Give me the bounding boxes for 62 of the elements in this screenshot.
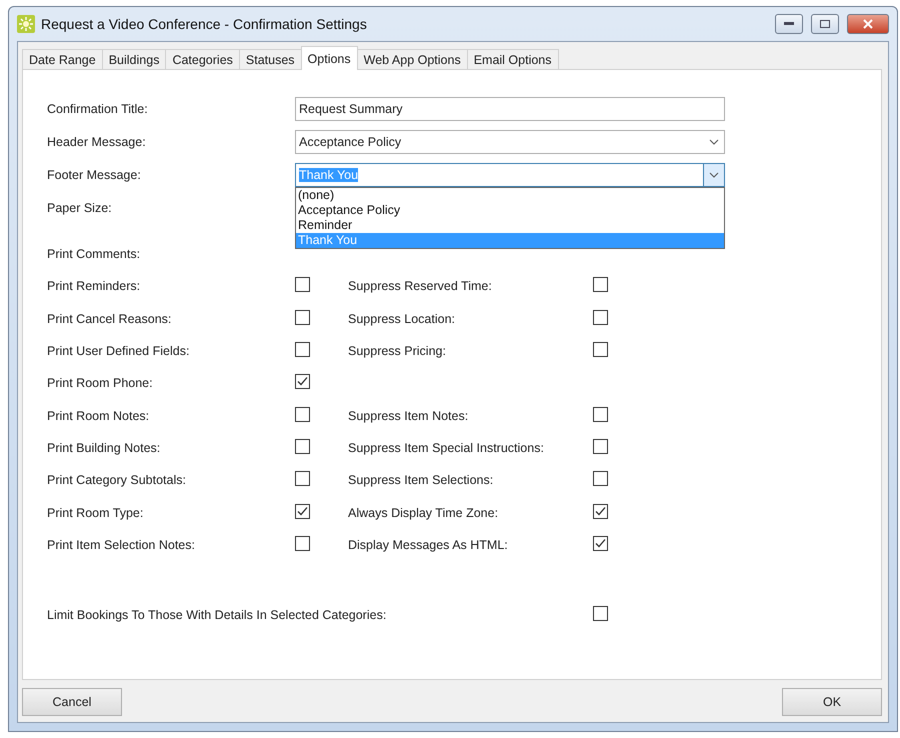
option-label: Suppress Pricing: — [348, 344, 447, 358]
field-label: Paper Size: — [47, 200, 113, 214]
maximize-button[interactable] — [811, 14, 839, 34]
option-label: Limit Bookings To Those With Details In Selected Categories: — [47, 608, 388, 622]
checkbox[interactable] — [593, 438, 608, 454]
dropdown-arrow-button[interactable] — [703, 164, 724, 186]
checkbox[interactable] — [295, 504, 310, 519]
checkbox[interactable] — [295, 406, 310, 422]
checkbox[interactable] — [593, 406, 608, 422]
option-label: Print Comments: — [47, 247, 142, 262]
option-label: Suppress Item Notes: — [348, 408, 470, 423]
checkbox[interactable] — [295, 536, 310, 551]
option-label: Suppress Item Special Instructions: — [348, 440, 545, 455]
option-label: Suppress Location: — [348, 312, 456, 326]
option-label: Print Room Phone: — [47, 376, 154, 390]
option-label: Print Cancel Reasons: — [47, 312, 172, 326]
tab[interactable]: Email Options — [466, 49, 559, 70]
app-icon — [17, 15, 35, 33]
checkbox[interactable] — [593, 310, 608, 325]
close-button[interactable] — [847, 14, 889, 34]
option-label: Print Room Notes: — [47, 408, 150, 423]
option-label: Suppress Item Selections: — [348, 473, 494, 488]
option-label: Print User Defined Fields: — [47, 344, 190, 358]
checkbox[interactable] — [593, 606, 608, 621]
checkbox[interactable] — [593, 277, 608, 292]
option-label: Print Reminders: — [47, 279, 142, 294]
tab[interactable]: Categories — [165, 49, 240, 70]
field-label: Header Message: — [47, 134, 147, 148]
option-label: Print Building Notes: — [47, 440, 162, 455]
checkbox[interactable] — [593, 471, 608, 486]
dropdown-field[interactable]: Acceptance Policy — [295, 130, 725, 154]
maximize-icon — [820, 20, 830, 28]
window-title: Request a Video Conference - Confirmation Settings — [41, 16, 368, 32]
field-label: Confirmation Title: — [47, 102, 149, 116]
checkbox[interactable] — [295, 471, 310, 486]
checkbox[interactable] — [295, 438, 310, 454]
option-label: Print Item Selection Notes: — [47, 538, 196, 552]
option-label: Print Room Type: — [47, 506, 144, 520]
close-icon — [863, 19, 873, 29]
field-label: Footer Message: — [47, 168, 142, 182]
option-label: Print Category Subtotals: — [47, 473, 187, 488]
tab[interactable]: Web App Options — [356, 49, 468, 70]
option-label: Suppress Reserved Time: — [348, 279, 493, 294]
checkbox[interactable] — [295, 277, 310, 292]
chevron-down-icon — [709, 172, 719, 178]
ok-button[interactable]: OK — [782, 688, 882, 716]
checkbox[interactable] — [295, 342, 310, 358]
checkbox[interactable] — [295, 374, 310, 390]
tab[interactable]: Buildings — [102, 49, 166, 70]
minimize-button[interactable] — [775, 14, 803, 34]
text-field[interactable]: Request Summary — [295, 96, 725, 120]
minimize-icon — [784, 22, 794, 26]
checkbox[interactable] — [295, 310, 310, 325]
tab[interactable]: Options — [300, 46, 358, 70]
option-label: Always Display Time Zone: — [348, 506, 500, 520]
tab[interactable]: Date Range — [22, 49, 103, 70]
checkbox[interactable] — [593, 342, 608, 358]
chevron-down-icon — [709, 138, 719, 144]
cancel-button[interactable]: Cancel — [22, 688, 122, 716]
option-label: Display Messages As HTML: — [348, 538, 509, 552]
checkbox[interactable] — [593, 536, 608, 551]
checkbox[interactable] — [593, 504, 608, 519]
